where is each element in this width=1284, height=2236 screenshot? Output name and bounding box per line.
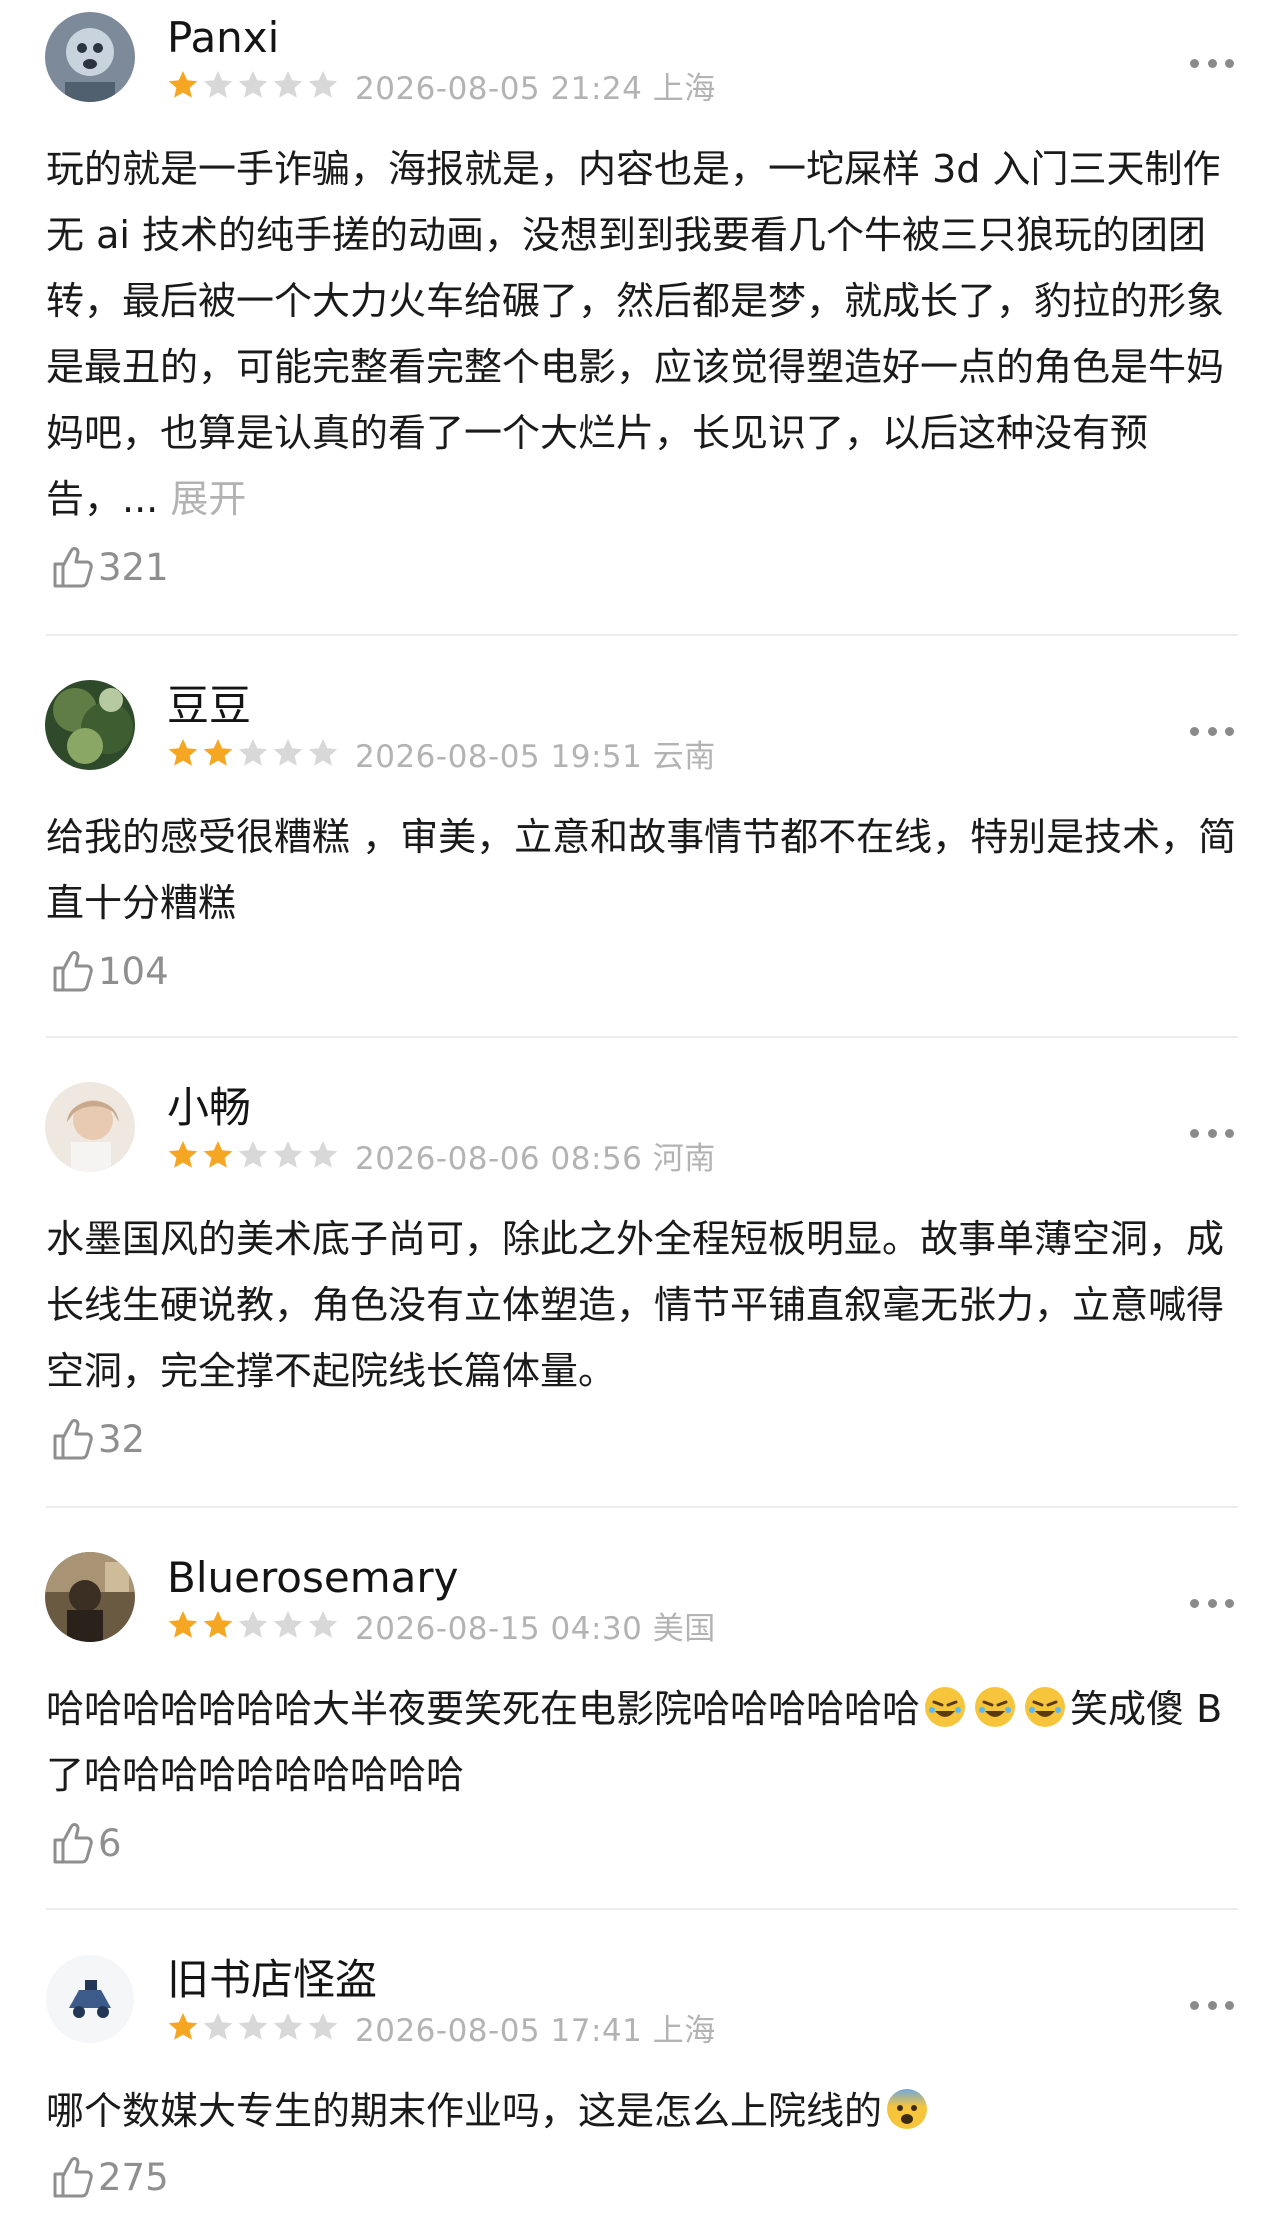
- star-empty-icon: [238, 71, 268, 98]
- star-filled-icon: [168, 2013, 198, 2040]
- like-button[interactable]: 32: [46, 1412, 145, 1466]
- more-options-button[interactable]: [1190, 1596, 1234, 1610]
- star-empty-icon: [308, 1141, 338, 1168]
- review-meta: 2026-08-05 17:41 上海: [167, 2009, 716, 2049]
- avatar[interactable]: [45, 680, 135, 770]
- star-empty-icon: [238, 2013, 268, 2040]
- review-location: 河南: [652, 1140, 716, 1177]
- divider: [46, 1036, 1238, 1038]
- star-filled-icon: [203, 739, 233, 766]
- more-options-button[interactable]: [1190, 56, 1234, 70]
- avatar[interactable]: [45, 12, 135, 102]
- username[interactable]: 小畅: [167, 1080, 251, 1136]
- review-meta: 2026-08-15 04:30 美国: [167, 1607, 716, 1647]
- like-button[interactable]: 6: [46, 1816, 122, 1870]
- rolling-laughing-emoji-icon: [975, 1687, 1016, 1727]
- review-location: 上海: [652, 70, 716, 107]
- thumbs-up-icon: [53, 547, 93, 588]
- review-text: 玩的就是一手诈骗，海报就是，内容也是，一坨屎样 3d 入门三天制作无 ai 技术…: [46, 147, 1225, 521]
- star-filled-icon: [203, 1611, 233, 1638]
- review-date: 2026-08-05 17:41 上海: [355, 2012, 716, 2049]
- divider: [46, 1506, 1238, 1508]
- divider: [46, 634, 1238, 636]
- rolling-laughing-emoji-icon: [1025, 1687, 1066, 1727]
- expand-link[interactable]: 展开: [170, 477, 246, 521]
- username[interactable]: Panxi: [167, 10, 279, 66]
- more-options-button[interactable]: [1190, 1998, 1234, 2012]
- review-date: 2026-08-05 19:51 云南: [355, 738, 716, 775]
- review-location: 美国: [652, 1610, 716, 1647]
- review-meta: 2026-08-06 08:56 河南: [167, 1137, 716, 1177]
- like-count: 6: [98, 1821, 122, 1865]
- star-filled-icon: [168, 739, 198, 766]
- star-rating: [167, 1139, 339, 1171]
- review-text: 哈哈哈哈哈哈哈大半夜要笑死在电影院哈哈哈哈哈哈 笑成傻 B 了哈哈哈哈哈哈哈哈哈哈: [46, 1676, 1246, 1808]
- star-filled-icon: [203, 1141, 233, 1168]
- thumbs-up-icon: [53, 951, 93, 992]
- review-location: 云南: [652, 738, 716, 775]
- star-empty-icon: [273, 1611, 303, 1638]
- star-rating: [167, 737, 339, 769]
- star-empty-icon: [203, 2013, 233, 2040]
- review-text: 给我的感受很糟糕 ，审美，立意和故事情节都不在线，特别是技术，简直十分糟糕: [46, 815, 1237, 925]
- star-empty-icon: [273, 71, 303, 98]
- star-rating: [167, 2011, 339, 2043]
- review-date: 2026-08-15 04:30 美国: [355, 1610, 716, 1647]
- star-empty-icon: [308, 71, 338, 98]
- like-count: 275: [98, 2155, 169, 2199]
- avatar[interactable]: [45, 1082, 135, 1172]
- star-filled-icon: [168, 71, 198, 98]
- like-button[interactable]: 104: [46, 944, 169, 998]
- avatar[interactable]: [45, 1552, 135, 1642]
- review-meta: 2026-08-05 21:24 上海: [167, 67, 716, 107]
- star-empty-icon: [273, 2013, 303, 2040]
- like-count: 321: [98, 545, 169, 589]
- star-rating: [167, 69, 339, 101]
- star-filled-icon: [168, 1141, 198, 1168]
- like-button[interactable]: 321: [46, 540, 169, 594]
- review-date: 2026-08-05 21:24 上海: [355, 70, 716, 107]
- star-rating: [167, 1609, 339, 1641]
- like-button[interactable]: 275: [46, 2150, 169, 2204]
- rolling-laughing-emoji-icon: [925, 1687, 966, 1727]
- thumbs-up-icon: [53, 1419, 93, 1460]
- thumbs-up-icon: [53, 1823, 93, 1864]
- username[interactable]: Bluerosemary: [167, 1550, 458, 1606]
- star-empty-icon: [238, 1611, 268, 1638]
- star-empty-icon: [273, 739, 303, 766]
- username[interactable]: 旧书店怪盗: [167, 1952, 377, 2008]
- username[interactable]: 豆豆: [167, 678, 251, 734]
- review-list: Panxi 2026-08-05 21:24 上海 玩的就是一手诈骗，海报就是，…: [0, 0, 1284, 2236]
- review-text: 哪个数媒大专生的期末作业吗，这是怎么上院线的: [46, 2078, 1246, 2144]
- like-count: 32: [98, 1417, 146, 1461]
- review-text: 水墨国风的美术底子尚可，除此之外全程短板明显。故事单薄空洞，成长线生硬说教，角色…: [46, 1217, 1225, 1393]
- star-empty-icon: [238, 739, 268, 766]
- more-options-button[interactable]: [1190, 724, 1234, 738]
- star-empty-icon: [273, 1141, 303, 1168]
- thumbs-up-icon: [53, 2157, 93, 2198]
- more-options-button[interactable]: [1190, 1126, 1234, 1140]
- review-date: 2026-08-06 08:56 河南: [355, 1140, 716, 1177]
- like-count: 104: [98, 949, 169, 993]
- review-meta: 2026-08-05 19:51 云南: [167, 735, 716, 775]
- avatar[interactable]: [45, 1954, 135, 2044]
- fearful-face-emoji-icon: [887, 2089, 928, 2129]
- star-empty-icon: [308, 1611, 338, 1638]
- review-location: 上海: [652, 2012, 716, 2049]
- star-empty-icon: [203, 71, 233, 98]
- divider: [46, 1908, 1238, 1910]
- star-empty-icon: [308, 2013, 338, 2040]
- star-filled-icon: [168, 1611, 198, 1638]
- star-empty-icon: [308, 739, 338, 766]
- star-empty-icon: [238, 1141, 268, 1168]
